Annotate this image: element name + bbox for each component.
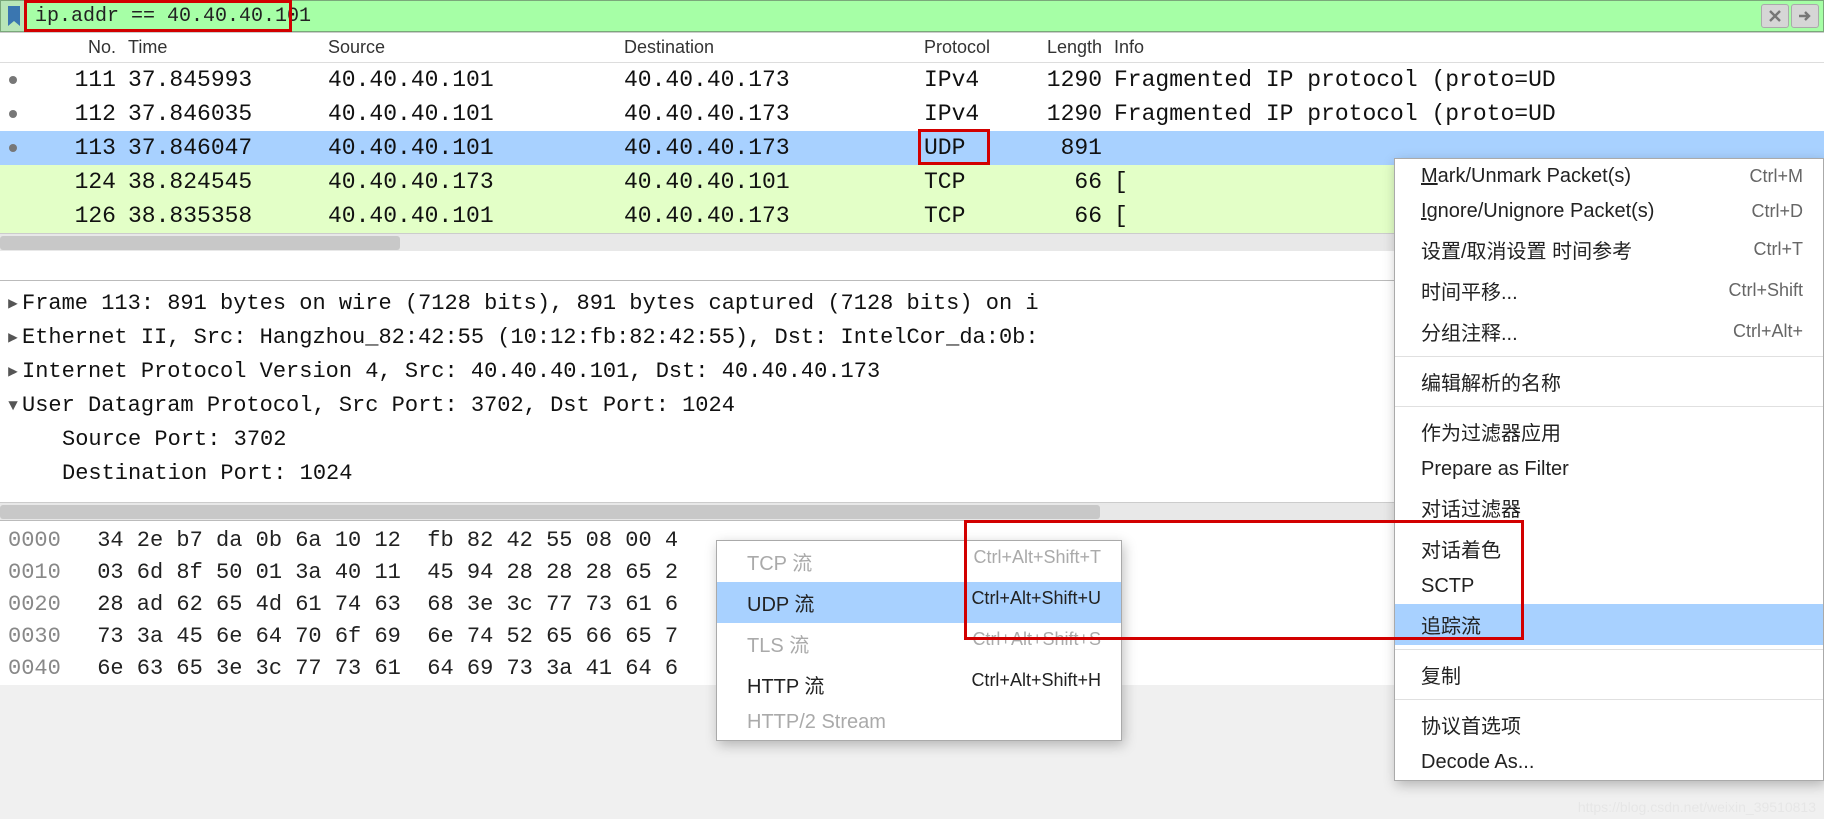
- col-time[interactable]: Time: [122, 37, 322, 58]
- bookmark-icon[interactable]: [1, 1, 27, 31]
- submenu-udp-stream[interactable]: UDP 流Ctrl+Alt+Shift+U: [717, 582, 1121, 623]
- ctx-packet-comment[interactable]: 分组注释...Ctrl+Alt+: [1395, 311, 1823, 352]
- packet-context-menu: Mark/Unmark Packet(s) Ctrl+M Ignore/Unig…: [1394, 158, 1824, 781]
- related-packet-dot-icon: [9, 110, 17, 118]
- related-packet-dot-icon: [9, 76, 17, 84]
- ctx-protocol-preferences[interactable]: 协议首选项: [1395, 704, 1823, 745]
- submenu-http2-stream: HTTP/2 Stream: [717, 705, 1121, 740]
- submenu-http-stream[interactable]: HTTP 流Ctrl+Alt+Shift+H: [717, 664, 1121, 705]
- ctx-decode-as[interactable]: Decode As...: [1395, 745, 1823, 780]
- expand-arrow-icon[interactable]: ▶: [4, 355, 22, 389]
- submenu-tcp-stream: TCP 流Ctrl+Alt+Shift+T: [717, 541, 1121, 582]
- display-filter-bar: [0, 0, 1824, 32]
- ctx-colorize-conversation[interactable]: 对话着色: [1395, 528, 1823, 569]
- follow-stream-submenu: TCP 流Ctrl+Alt+Shift+T UDP 流Ctrl+Alt+Shif…: [716, 540, 1122, 741]
- col-proto[interactable]: Protocol: [918, 37, 1022, 58]
- submenu-tls-stream: TLS 流Ctrl+Alt+Shift+S: [717, 623, 1121, 664]
- expand-arrow-icon[interactable]: ▶: [4, 287, 22, 321]
- ctx-copy[interactable]: 复制: [1395, 654, 1823, 695]
- ctx-apply-as-filter[interactable]: 作为过滤器应用: [1395, 411, 1823, 452]
- ctx-time-reference[interactable]: 设置/取消设置 时间参考Ctrl+T: [1395, 229, 1823, 270]
- col-no[interactable]: No.: [26, 37, 122, 58]
- ctx-time-shift[interactable]: 时间平移...Ctrl+Shift: [1395, 270, 1823, 311]
- expand-arrow-icon[interactable]: ▶: [4, 321, 22, 355]
- ctx-ignore-packet[interactable]: Ignore/Unignore Packet(s) Ctrl+D: [1395, 194, 1823, 229]
- clear-filter-button[interactable]: [1761, 4, 1789, 28]
- ctx-edit-resolved-name[interactable]: 编辑解析的名称: [1395, 361, 1823, 402]
- ctx-mark-packet[interactable]: Mark/Unmark Packet(s) Ctrl+M: [1395, 159, 1823, 194]
- ctx-conversation-filter[interactable]: 对话过滤器: [1395, 487, 1823, 528]
- col-len[interactable]: Length: [1022, 37, 1108, 58]
- packet-list-header[interactable]: No. Time Source Destination Protocol Len…: [0, 33, 1824, 63]
- ctx-sctp[interactable]: SCTP: [1395, 569, 1823, 604]
- col-src[interactable]: Source: [322, 37, 618, 58]
- ctx-prepare-as-filter[interactable]: Prepare as Filter: [1395, 452, 1823, 487]
- watermark: https://blog.csdn.net/weixin_39510813: [1578, 799, 1816, 815]
- col-dst[interactable]: Destination: [618, 37, 918, 58]
- ctx-follow-stream[interactable]: 追踪流: [1395, 604, 1823, 645]
- display-filter-input[interactable]: [27, 3, 1759, 30]
- related-packet-dot-icon: [9, 144, 17, 152]
- expand-arrow-icon[interactable]: ▼: [4, 389, 22, 423]
- col-info[interactable]: Info: [1108, 37, 1824, 58]
- table-row[interactable]: 11237.84603540.40.40.10140.40.40.173IPv4…: [0, 97, 1824, 131]
- apply-filter-button[interactable]: [1791, 4, 1819, 28]
- table-row[interactable]: 11137.84599340.40.40.10140.40.40.173IPv4…: [0, 63, 1824, 97]
